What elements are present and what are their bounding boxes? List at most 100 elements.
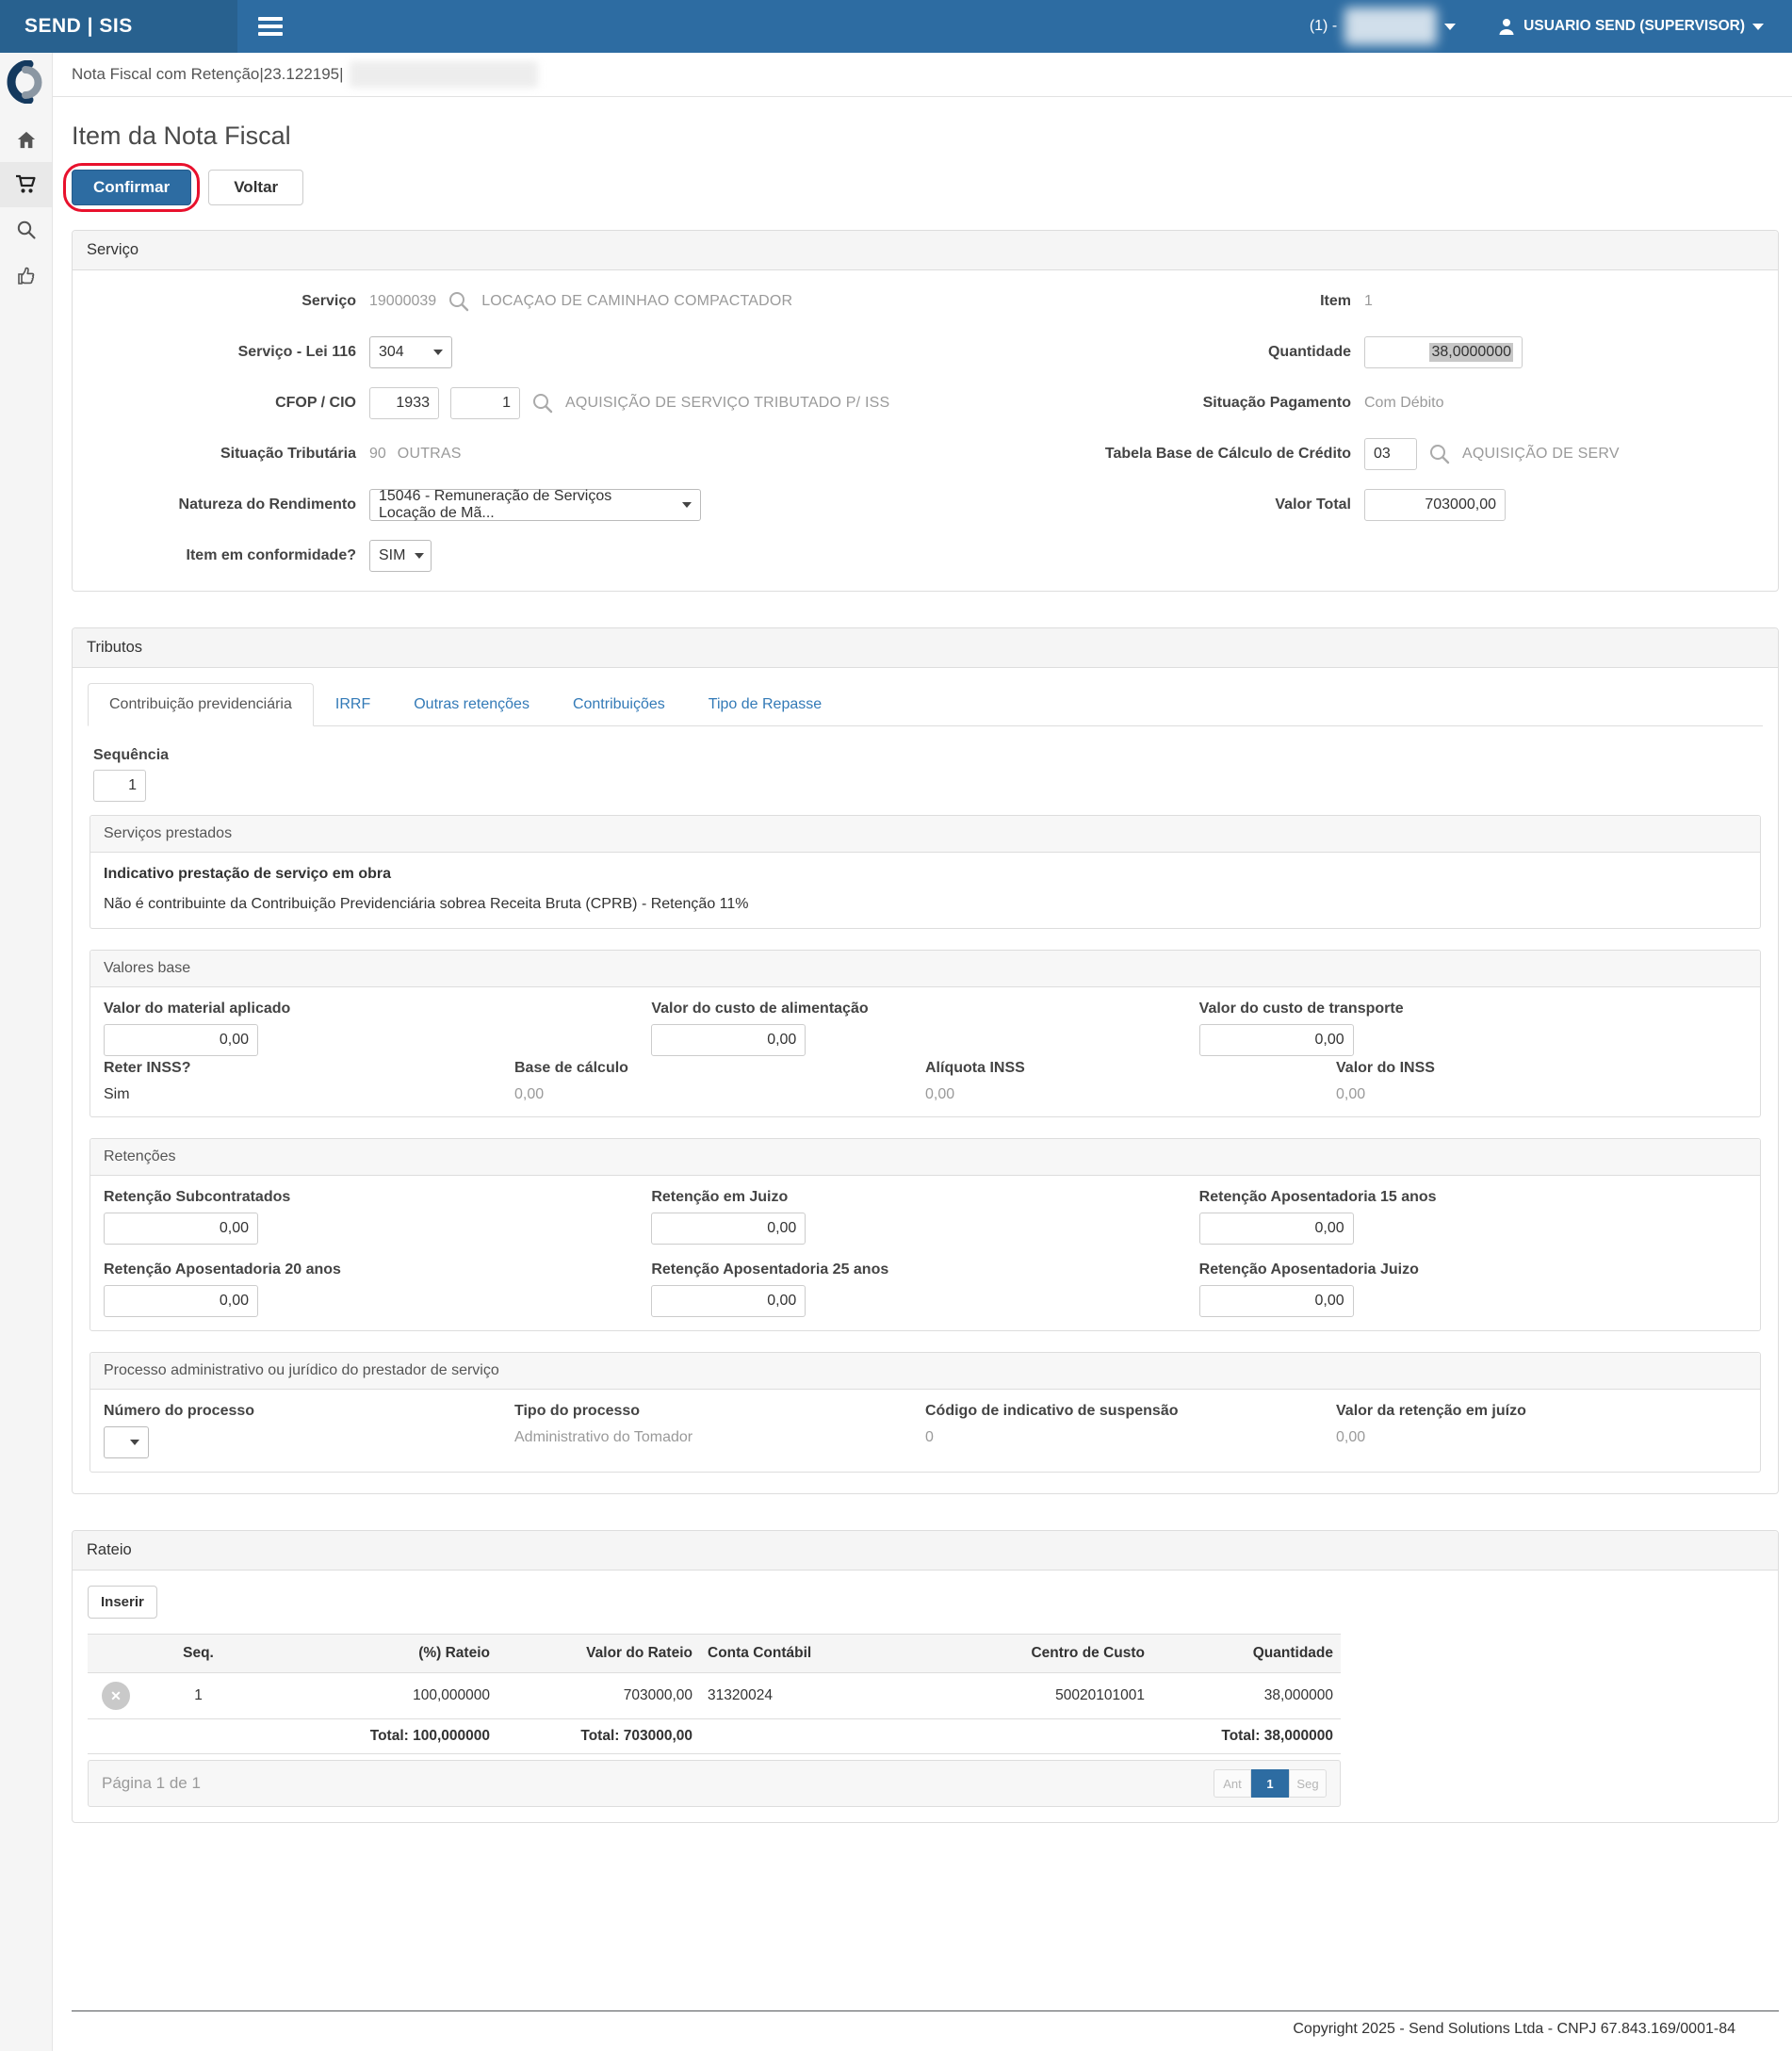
retencao-apos-juizo-label: Retenção Aposentadoria Juizo [1199, 1262, 1747, 1278]
item-value: 1 [1364, 293, 1373, 310]
pagination-page-1-button[interactable]: 1 [1251, 1769, 1289, 1798]
material-input[interactable] [104, 1024, 258, 1056]
servico-desc: LOCAÇAO DE CAMINHAO COMPACTADOR [481, 293, 792, 310]
pagination-next-button[interactable]: Seg [1289, 1769, 1327, 1798]
inserir-button[interactable]: Inserir [88, 1586, 157, 1619]
sequencia-label: Sequência [93, 747, 1761, 764]
tributos-panel-title: Tributos [73, 628, 1778, 668]
servico-label: Serviço [88, 293, 356, 310]
copyright-text: Copyright 2025 - Send Solutions Ltda - C… [1293, 2021, 1735, 2037]
user-menu[interactable]: USUARIO SEND (SUPERVISOR) [1497, 17, 1764, 36]
cell-qtd: 38,000000 [1152, 1673, 1341, 1719]
transporte-input[interactable] [1199, 1024, 1354, 1056]
action-buttons: Confirmar Voltar [72, 170, 1779, 205]
company-prefix: (1) - [1310, 18, 1337, 35]
quantidade-label: Quantidade [925, 344, 1351, 361]
menu-hamburger-icon[interactable] [251, 6, 290, 47]
sidebar-item-search[interactable] [0, 207, 52, 252]
chevron-down-icon [1752, 24, 1764, 30]
search-icon[interactable] [1428, 443, 1451, 465]
col-quantidade: Quantidade [1152, 1635, 1341, 1673]
cell-conta: 31320024 [700, 1673, 841, 1719]
transporte-label: Valor do custo de transporte [1199, 1001, 1747, 1017]
tabela-base-label: Tabela Base de Cálculo de Crédito [925, 446, 1351, 463]
situacao-tributaria-code: 90 [369, 446, 386, 463]
codigo-suspensao-value: 0 [925, 1429, 1336, 1446]
retencao-15anos-label: Retenção Aposentadoria 15 anos [1199, 1189, 1747, 1206]
retencao-20anos-input[interactable] [104, 1285, 258, 1317]
lei116-label: Serviço - Lei 116 [88, 344, 356, 361]
numero-processo-select[interactable] [104, 1426, 149, 1458]
cell-centro: 50020101001 [841, 1673, 1152, 1719]
valor-inss-value: 0,00 [1336, 1086, 1747, 1103]
breadcrumb-redacted [350, 61, 538, 88]
main-content: Item da Nota Fiscal Confirmar Voltar Ser… [53, 97, 1792, 2051]
conformidade-select[interactable]: SIM [369, 540, 432, 572]
cio-input[interactable] [450, 387, 520, 419]
col-valor-rateio: Valor do Rateio [497, 1635, 700, 1673]
chevron-down-icon [415, 553, 424, 559]
sequencia-input[interactable] [93, 770, 146, 802]
rateio-totals-row: Total: 100,000000 Total: 703000,00 Total… [88, 1719, 1341, 1754]
lei116-select[interactable]: 304 [369, 336, 452, 368]
tabela-base-input[interactable] [1364, 438, 1417, 470]
servicos-prestados-title: Serviços prestados [90, 816, 1760, 853]
natureza-label: Natureza do Rendimento [88, 496, 356, 513]
tabela-base-desc: AQUISIÇÃO DE SERV [1462, 446, 1620, 463]
cell-seq: 1 [144, 1673, 253, 1719]
pagination-prev-button[interactable]: Ant [1214, 1769, 1251, 1798]
retencao-subcontratados-label: Retenção Subcontratados [104, 1189, 651, 1206]
retencao-juizo-input[interactable] [651, 1213, 806, 1245]
breadcrumb-bar: Nota Fiscal com Retenção|23.122195| [53, 53, 1792, 97]
servico-panel-title: Serviço [73, 231, 1778, 270]
app-logo[interactable] [7, 60, 46, 104]
rateio-row: ✕ 1 100,000000 703000,00 31320024 500201… [88, 1673, 1341, 1719]
conformidade-value: SIM [379, 547, 405, 564]
company-selector[interactable]: (1) - [1310, 8, 1456, 45]
cfop-input[interactable] [369, 387, 439, 419]
quantidade-value: 38,0000000 [1429, 343, 1513, 362]
servicos-prestados-panel: Serviços prestados Indicativo prestação … [90, 815, 1761, 929]
tab-irrf[interactable]: IRRF [314, 683, 392, 726]
alimentacao-input[interactable] [651, 1024, 806, 1056]
servico-panel: Serviço Serviço 19000039 LOCAÇAO DE CAMI… [72, 230, 1779, 592]
sidebar-item-home[interactable] [0, 117, 52, 162]
codigo-suspensao-label: Código de indicativo de suspensão [925, 1403, 1336, 1420]
tab-contribuicoes[interactable]: Contribuições [551, 683, 687, 726]
quantidade-input[interactable]: 38,0000000 [1364, 336, 1523, 368]
retencao-apos-juizo-input[interactable] [1199, 1285, 1354, 1317]
tributos-tabs: Contribuição previdenciária IRRF Outras … [88, 683, 1763, 726]
app-brand[interactable]: SEND | SIS [0, 0, 237, 53]
valor-total-input[interactable] [1364, 489, 1506, 521]
retencao-25anos-input[interactable] [651, 1285, 806, 1317]
confirmar-button[interactable]: Confirmar [72, 170, 191, 205]
natureza-select[interactable]: 15046 - Remuneração de Serviços Locação … [369, 489, 701, 521]
user-name: USUARIO SEND (SUPERVISOR) [1523, 18, 1745, 35]
delete-row-button[interactable]: ✕ [102, 1682, 130, 1710]
valores-base-panel: Valores base Valor do material aplicado … [90, 950, 1761, 1117]
tab-contribuicao-previdenciaria[interactable]: Contribuição previdenciária [88, 683, 314, 726]
pagination-info: Página 1 de 1 [102, 1774, 201, 1793]
retencoes-panel: Retenções Retenção Subcontratados Retenç… [90, 1138, 1761, 1331]
search-icon[interactable] [448, 290, 470, 313]
retencao-15anos-input[interactable] [1199, 1213, 1354, 1245]
sidebar-item-cart[interactable] [0, 162, 52, 207]
search-icon[interactable] [531, 392, 554, 415]
valor-inss-label: Valor do INSS [1336, 1060, 1747, 1077]
voltar-button[interactable]: Voltar [208, 170, 303, 205]
tab-outras-retencoes[interactable]: Outras retenções [392, 683, 551, 726]
col-pct-rateio: (%) Rateio [253, 1635, 497, 1673]
valor-retencao-juizo-label: Valor da retenção em juízo [1336, 1403, 1747, 1420]
retencao-subcontratados-input[interactable] [104, 1213, 258, 1245]
item-label: Item [925, 293, 1351, 310]
tab-tipo-de-repasse[interactable]: Tipo de Repasse [687, 683, 843, 726]
cell-pct: 100,000000 [253, 1673, 497, 1719]
page-title: Item da Nota Fiscal [72, 122, 1779, 151]
conformidade-label: Item em conformidade? [88, 547, 356, 564]
natureza-value: 15046 - Remuneração de Serviços Locação … [379, 488, 673, 522]
cprb-text: Não é contribuinte da Contribuição Previ… [104, 896, 1747, 913]
valor-retencao-juizo-value: 0,00 [1336, 1429, 1747, 1446]
sidebar-item-approve[interactable] [0, 252, 52, 298]
total-valor: Total: 703000,00 [497, 1719, 700, 1754]
total-qtd: Total: 38,000000 [1152, 1719, 1341, 1754]
